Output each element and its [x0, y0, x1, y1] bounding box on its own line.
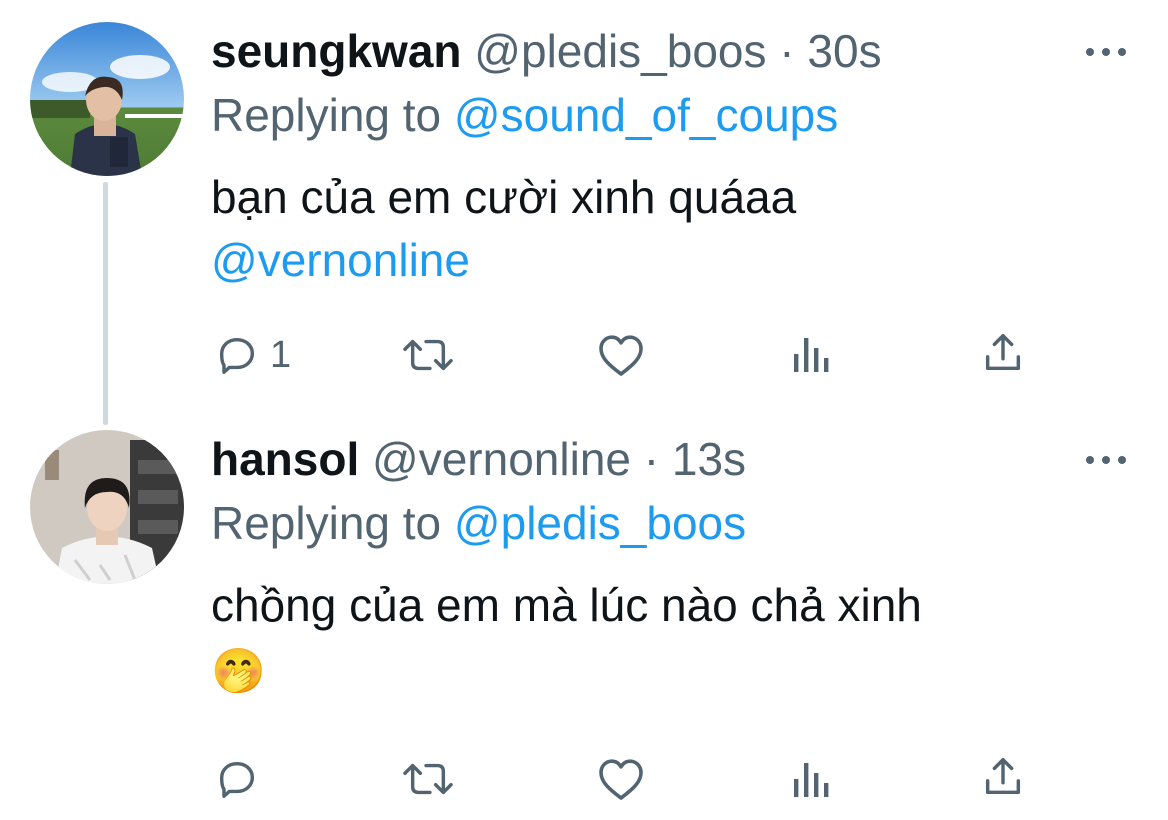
timestamp[interactable]: 13s	[672, 433, 746, 485]
share-button[interactable]	[980, 754, 1026, 800]
replying-to-label: Replying to	[211, 497, 442, 549]
tweet-text: chồng của em mà lúc nào chả xinh 🤭	[211, 574, 922, 707]
share-icon	[985, 334, 1021, 371]
display-name[interactable]: seungkwan	[211, 25, 462, 77]
like-button[interactable]	[597, 756, 645, 802]
like-button[interactable]	[597, 332, 645, 378]
heart-icon	[599, 759, 643, 800]
tweet-header: seungkwan @pledis_boos · 30s	[211, 21, 882, 81]
display-name[interactable]: hansol	[211, 433, 359, 485]
mention-link[interactable]: @vernonline	[211, 229, 796, 292]
retweet-icon	[403, 763, 453, 795]
retweet-icon	[403, 339, 453, 371]
thread-connector-line	[103, 182, 108, 425]
analytics-button[interactable]	[792, 759, 832, 799]
retweet-button[interactable]	[400, 756, 456, 802]
retweet-button[interactable]	[400, 332, 456, 378]
heart-icon	[599, 335, 643, 376]
reply-icon	[219, 337, 255, 374]
share-icon	[985, 758, 1021, 795]
emoji: 🤭	[211, 647, 266, 696]
analytics-icon	[794, 763, 829, 797]
tweet-text: bạn của em cười xinh quáaa @vernonline	[211, 166, 796, 292]
replying-to-mention[interactable]: @sound_of_coups	[454, 89, 838, 141]
more-icon[interactable]	[1086, 454, 1126, 466]
tweet-text-line: bạn của em cười xinh quáaa	[211, 171, 797, 223]
reply-icon	[219, 761, 255, 798]
reply-button[interactable]: 1	[214, 332, 291, 378]
replying-to-label: Replying to	[211, 89, 442, 141]
replying-to-mention[interactable]: @pledis_boos	[454, 497, 746, 549]
timestamp[interactable]: 30s	[807, 25, 881, 77]
replying-to: Replying to @pledis_boos	[211, 493, 746, 553]
share-button[interactable]	[980, 330, 1026, 376]
analytics-icon	[794, 338, 829, 372]
tweet-text-line: chồng của em mà lúc nào chả xinh	[211, 579, 922, 631]
separator: ·	[779, 25, 795, 77]
analytics-button[interactable]	[792, 334, 832, 374]
avatar[interactable]	[30, 22, 184, 176]
reply-button[interactable]	[214, 756, 270, 802]
avatar[interactable]	[30, 430, 184, 584]
reply-count: 1	[270, 333, 292, 376]
tweet-header: hansol @vernonline · 13s	[211, 429, 746, 489]
more-icon[interactable]	[1086, 46, 1126, 58]
user-handle[interactable]: @vernonline	[372, 433, 631, 485]
user-handle[interactable]: @pledis_boos	[474, 25, 766, 77]
separator: ·	[643, 433, 660, 485]
replying-to: Replying to @sound_of_coups	[211, 85, 838, 145]
